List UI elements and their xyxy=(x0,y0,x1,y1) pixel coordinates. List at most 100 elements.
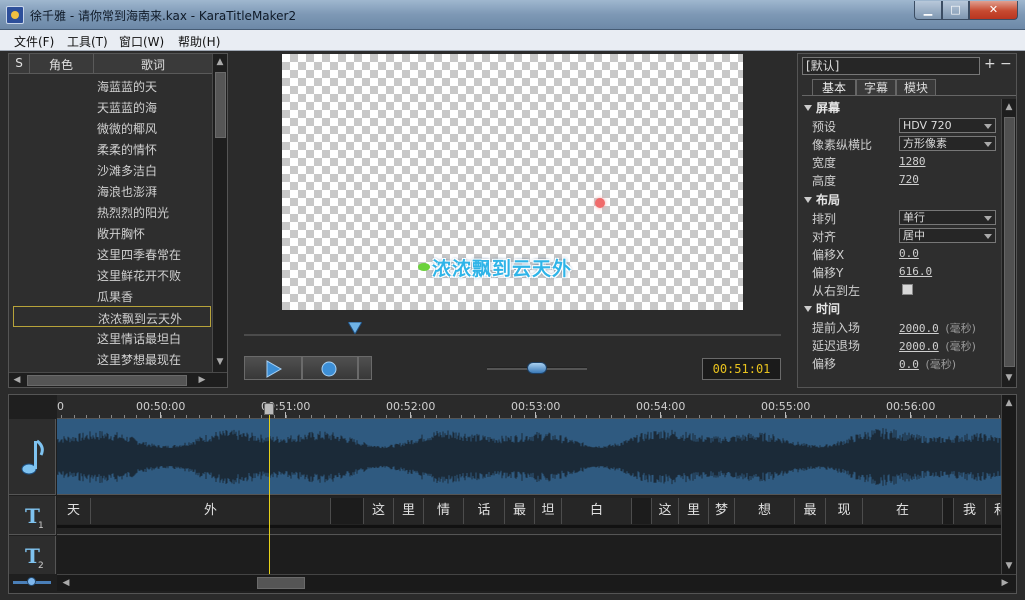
record-button[interactable] xyxy=(302,356,358,380)
scrollbar-thumb[interactable] xyxy=(1004,117,1015,367)
menu-tools[interactable]: 工具(T) xyxy=(67,33,108,50)
scroll-up-icon[interactable]: ▲ xyxy=(213,55,227,69)
width-value[interactable]: 1280 xyxy=(899,155,926,168)
timeline-horizontal-scrollbar[interactable]: ◀ ▶ xyxy=(57,574,1016,591)
playhead-handle[interactable] xyxy=(264,403,274,415)
lyric-gap[interactable] xyxy=(632,498,652,524)
lyric-char-cell[interactable]: 现 xyxy=(826,498,863,524)
scroll-right-icon[interactable]: ▶ xyxy=(998,576,1012,590)
lead-out-value[interactable]: 2000.0 (毫秒) xyxy=(899,338,976,354)
properties-scrollbar[interactable]: ▲ ▼ xyxy=(1001,99,1016,387)
lyric-row[interactable]: 热烈烈的阳光 xyxy=(13,201,211,222)
scroll-up-icon[interactable]: ▲ xyxy=(1002,100,1016,114)
column-header-s[interactable]: S xyxy=(9,56,29,70)
lyric-row[interactable]: 天蓝蓝的海 xyxy=(13,96,211,117)
aspect-dropdown[interactable]: 方形像素 xyxy=(899,136,996,151)
lyric-vertical-scrollbar[interactable]: ▲ ▼ xyxy=(212,54,227,372)
tab-module[interactable]: 模块 xyxy=(896,79,936,96)
play-button[interactable] xyxy=(244,356,302,380)
lyric-char-cell[interactable]: 里 xyxy=(394,498,424,524)
column-header-lyric[interactable]: 歌词 xyxy=(94,56,212,73)
tab-basic[interactable]: 基本 xyxy=(812,79,856,96)
lyric-char-cell[interactable]: 情 xyxy=(424,498,464,524)
lyric-char-cell[interactable]: 在 xyxy=(863,498,943,524)
rtl-checkbox[interactable] xyxy=(902,284,913,295)
align-dropdown[interactable]: 居中 xyxy=(899,228,996,243)
lyric-row[interactable]: 浓浓飘到云天外 xyxy=(13,306,211,327)
tab-subtitle[interactable]: 字幕 xyxy=(856,79,896,96)
audio-waveform[interactable] xyxy=(56,419,1001,495)
lyric-char-cell[interactable]: 最 xyxy=(505,498,535,524)
seek-thumb-icon[interactable] xyxy=(348,322,362,334)
lead-in-value[interactable]: 2000.0 (毫秒) xyxy=(899,320,976,336)
column-header-role[interactable]: 角色 xyxy=(30,56,92,73)
lyric-row[interactable]: 微微的椰风 xyxy=(13,117,211,138)
remove-preset-icon[interactable]: − xyxy=(1000,56,1012,72)
lyric-gap[interactable] xyxy=(943,498,954,524)
preview-canvas[interactable]: 浓浓飘到云天外 xyxy=(282,54,743,310)
lyric-char-cell[interactable]: 最 xyxy=(795,498,826,524)
lyric-row[interactable]: 敞开胸怀 xyxy=(13,222,211,243)
menu-file[interactable]: 文件(F) xyxy=(14,33,54,50)
transport-extra-button[interactable] xyxy=(358,356,372,380)
timeline-vertical-scrollbar[interactable]: ▲ ▼ xyxy=(1001,395,1016,574)
scrollbar-thumb[interactable] xyxy=(257,577,305,589)
audio-track-header[interactable] xyxy=(9,419,56,495)
scroll-up-icon[interactable]: ▲ xyxy=(1002,396,1016,410)
lyric-row[interactable]: 瓜果香 xyxy=(13,285,211,306)
lyric-row[interactable]: 这里鲜花开不败 xyxy=(13,264,211,285)
minimize-button[interactable]: ▁ xyxy=(914,1,942,20)
playhead-line[interactable] xyxy=(269,407,270,574)
seek-track[interactable] xyxy=(244,334,781,336)
scrollbar-thumb[interactable] xyxy=(27,375,187,386)
lyric-row[interactable]: 海蓝蓝的天 xyxy=(13,75,211,96)
menu-window[interactable]: 窗口(W) xyxy=(119,33,164,50)
lyric-char-cell[interactable]: 梦 xyxy=(709,498,735,524)
height-value[interactable]: 720 xyxy=(899,173,919,186)
lyric-row[interactable]: 这里情话最坦白 xyxy=(13,327,211,348)
scroll-left-icon[interactable]: ◀ xyxy=(10,373,24,387)
scrollbar-thumb[interactable] xyxy=(215,72,226,138)
maximize-button[interactable]: □ xyxy=(942,1,969,20)
scroll-right-icon[interactable]: ▶ xyxy=(195,373,209,387)
text-track-1-header[interactable]: T 1 xyxy=(9,496,56,535)
lyric-char-cell[interactable]: 天 xyxy=(57,498,91,524)
lyric-char-cell[interactable]: 白 xyxy=(562,498,632,524)
lyric-char-cell[interactable]: 坦 xyxy=(535,498,562,524)
lyric-row[interactable]: 这里梦想最现在 xyxy=(13,348,211,369)
text-track-2[interactable] xyxy=(57,536,1001,574)
lyric-horizontal-scrollbar[interactable]: ◀ ▶ xyxy=(9,372,227,387)
lyric-row[interactable]: 柔柔的情怀 xyxy=(13,138,211,159)
lyric-char-cell[interactable]: 这 xyxy=(364,498,394,524)
time-offset-value[interactable]: 0.0 (毫秒) xyxy=(899,356,956,372)
lyric-char-cell[interactable]: 里 xyxy=(679,498,709,524)
lyric-char-cell[interactable]: 我 xyxy=(954,498,986,524)
section-layout-header[interactable]: 布局 xyxy=(804,191,840,208)
lyric-row[interactable]: 海浪也澎湃 xyxy=(13,180,211,201)
volume-slider-thumb[interactable] xyxy=(527,362,547,374)
arrange-dropdown[interactable]: 单行 xyxy=(899,210,996,225)
scroll-left-icon[interactable]: ◀ xyxy=(59,576,73,590)
menu-help[interactable]: 帮助(H) xyxy=(178,33,220,50)
scroll-down-icon[interactable]: ▼ xyxy=(213,355,227,369)
lyric-char-cell[interactable]: 想 xyxy=(735,498,795,524)
close-button[interactable]: ✕ xyxy=(969,1,1018,20)
lyric-char-cell[interactable]: 话 xyxy=(464,498,505,524)
offset-x-value[interactable]: 0.0 xyxy=(899,247,919,260)
lyric-char-cell[interactable]: 外 xyxy=(91,498,331,524)
preset-select[interactable]: [默认] xyxy=(802,57,980,75)
section-screen-header[interactable]: 屏幕 xyxy=(804,99,840,116)
section-time-header[interactable]: 时间 xyxy=(804,300,840,317)
add-preset-icon[interactable]: + xyxy=(984,56,996,72)
lyric-row[interactable]: 沙滩多洁白 xyxy=(13,159,211,180)
offset-y-value[interactable]: 616.0 xyxy=(899,265,932,278)
screen-preset-dropdown[interactable]: HDV 720 xyxy=(899,118,996,133)
lyric-row[interactable]: 这里四季春常在 xyxy=(13,243,211,264)
lyric-gap[interactable] xyxy=(331,498,364,524)
lyric-char-cell[interactable]: 这 xyxy=(652,498,679,524)
scroll-down-icon[interactable]: ▼ xyxy=(1002,371,1016,385)
time-ruler[interactable]: 0 00:50:00 00:51:00 00:52:00 00:53:00 00:54:0… xyxy=(57,395,1001,419)
text-track-1[interactable]: 天外这里情话最坦白这里梦想最现在我和 xyxy=(57,496,1016,535)
scroll-down-icon[interactable]: ▼ xyxy=(1002,559,1016,573)
text-track-2-header[interactable]: T 2 xyxy=(9,536,56,574)
